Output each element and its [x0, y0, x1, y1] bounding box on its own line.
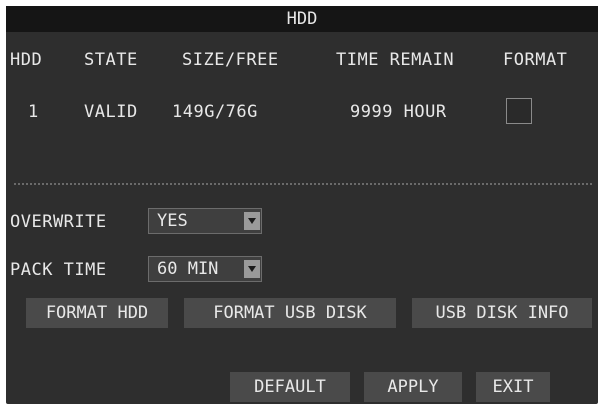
- pack-time-label: PACK TIME: [10, 260, 107, 280]
- row-state: VALID: [84, 102, 138, 122]
- default-button[interactable]: DEFAULT: [230, 372, 350, 402]
- column-header-hdd: HDD: [10, 50, 43, 70]
- chevron-down-icon[interactable]: [244, 260, 260, 278]
- pack-time-value: 60 MIN: [157, 259, 219, 279]
- row-hdd-number: 1: [28, 102, 39, 122]
- format-usb-disk-button[interactable]: FORMAT USB DISK: [184, 298, 396, 328]
- column-header-format: FORMAT: [503, 50, 568, 70]
- row-time-remain: 9999 HOUR: [350, 102, 447, 122]
- format-checkbox[interactable]: [506, 98, 532, 124]
- pack-time-select[interactable]: 60 MIN: [148, 256, 262, 282]
- overwrite-select[interactable]: YES: [148, 208, 262, 234]
- apply-button[interactable]: APPLY: [364, 372, 462, 402]
- usb-disk-info-button[interactable]: USB DISK INFO: [412, 298, 592, 328]
- dialog-title: HDD: [6, 6, 598, 32]
- column-header-time-remain: TIME REMAIN: [336, 50, 455, 70]
- chevron-down-icon[interactable]: [244, 212, 260, 230]
- row-size-free: 149G/76G: [172, 102, 258, 122]
- exit-button[interactable]: EXIT: [476, 372, 550, 402]
- overwrite-value: YES: [157, 211, 188, 231]
- column-header-state: STATE: [84, 50, 138, 70]
- hdd-dialog: HDD HDD STATE SIZE/FREE TIME REMAIN FORM…: [6, 6, 598, 404]
- format-hdd-button[interactable]: FORMAT HDD: [26, 298, 168, 328]
- divider: [14, 183, 592, 185]
- column-header-size-free: SIZE/FREE: [182, 50, 279, 70]
- overwrite-label: OVERWRITE: [10, 212, 107, 232]
